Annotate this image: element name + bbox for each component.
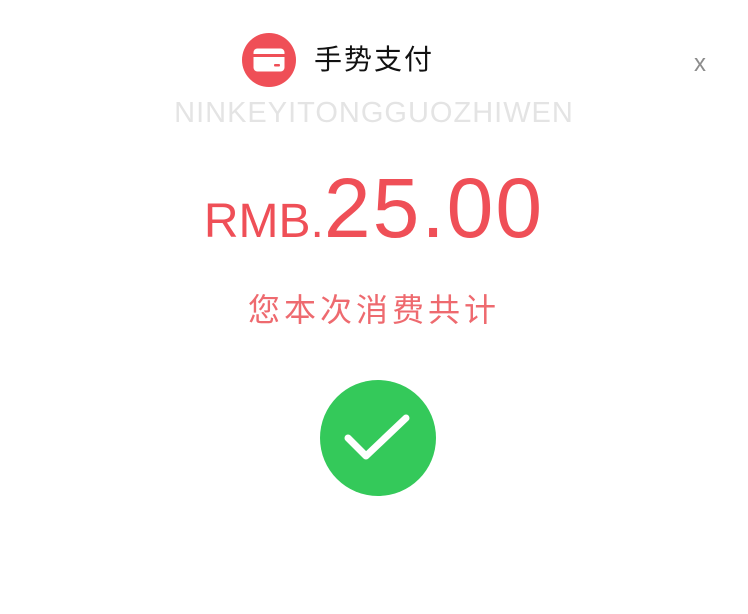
card-glyph: [253, 48, 285, 72]
payment-amount: RMB.25.00: [0, 163, 748, 267]
subtitle-pinyin: NINKEYITONGGUOZHIWEN: [174, 97, 574, 129]
payment-header: 手势支付 x: [0, 30, 748, 90]
close-button[interactable]: x: [694, 50, 706, 78]
payment-card-icon: [242, 33, 296, 87]
success-check-icon: [320, 380, 436, 496]
amount-caption: 您本次消费共计: [247, 291, 500, 329]
check-glyph: [344, 414, 410, 460]
amount-value: 25.00: [323, 161, 545, 255]
currency-label: RMB.: [203, 195, 324, 248]
page-title: 手势支付: [314, 43, 435, 76]
